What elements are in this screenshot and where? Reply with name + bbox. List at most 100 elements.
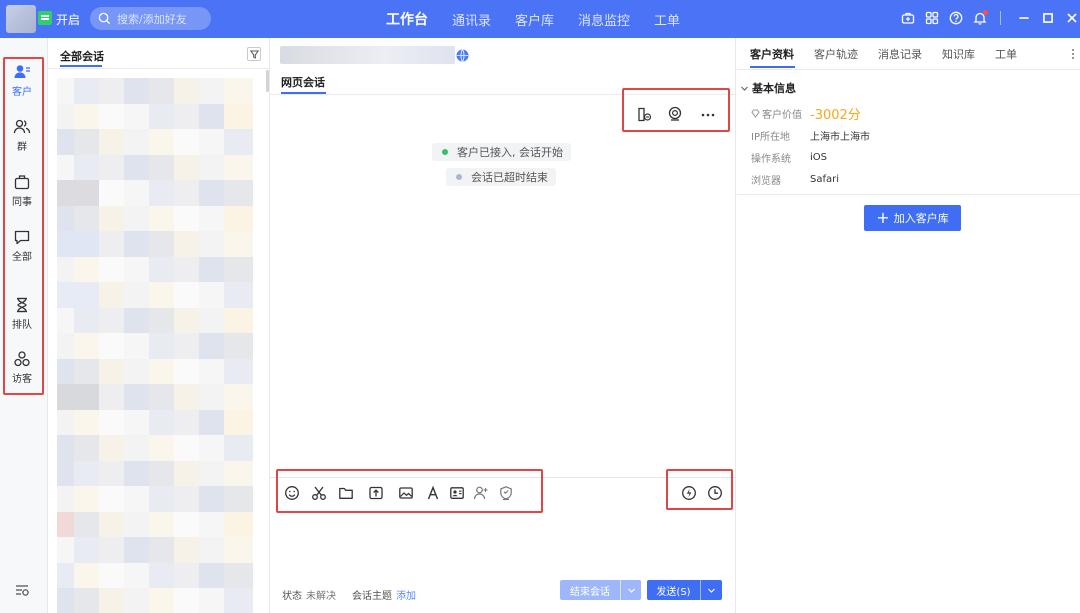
conversation-row[interactable]	[57, 384, 253, 410]
status-value[interactable]: 未解决	[306, 587, 336, 602]
rail-item-queue[interactable]: 排队	[0, 296, 44, 331]
rail-item-group[interactable]: 群	[0, 118, 44, 153]
field-value: 上海市上海市	[810, 132, 870, 143]
blur-cell	[224, 205, 253, 231]
close-icon[interactable]	[1065, 11, 1079, 25]
tab-customer-track[interactable]: 客户轨迹	[814, 46, 858, 62]
conversation-list-title[interactable]: 全部会话	[60, 48, 104, 64]
send-button[interactable]: 发送(S)	[647, 580, 722, 600]
conversation-row[interactable]	[57, 537, 253, 563]
tab-message-history[interactable]: 消息记录	[878, 46, 922, 62]
search-placeholder: 搜索/添加好友	[117, 12, 187, 26]
conversation-row[interactable]	[57, 588, 253, 613]
folder-icon[interactable]	[337, 484, 355, 502]
app-logo[interactable]	[6, 5, 36, 33]
rail-item-visitor[interactable]: 访客	[0, 350, 44, 385]
filter-icon[interactable]	[247, 47, 261, 61]
conversation-row[interactable]	[57, 435, 253, 461]
blur-cell	[99, 231, 124, 257]
toolbox-icon[interactable]	[900, 10, 916, 26]
blur-cell	[57, 154, 74, 180]
add-button-label: 加入客户库	[893, 212, 949, 225]
font-icon[interactable]	[424, 484, 442, 502]
nav-workbench[interactable]: 工作台	[386, 9, 428, 29]
nav-work-order[interactable]: 工单	[654, 10, 680, 29]
conversation-row[interactable]	[57, 231, 253, 257]
conversation-row[interactable]	[57, 256, 253, 282]
image-icon[interactable]	[397, 484, 415, 502]
conversation-row[interactable]	[57, 78, 253, 104]
blur-cell	[149, 460, 174, 486]
nav-message-monitor[interactable]: 消息监控	[578, 10, 630, 29]
quick-reply-icon[interactable]	[680, 484, 698, 502]
conversation-row[interactable]	[57, 307, 253, 333]
invite-user-icon[interactable]	[472, 484, 490, 502]
top-bar-actions	[900, 10, 1079, 26]
blur-cell	[199, 78, 224, 104]
rail-item-customer[interactable]: 客户	[0, 63, 44, 98]
chevron-down-icon[interactable]	[700, 580, 722, 600]
conversation-row[interactable]	[57, 205, 253, 231]
rail-item-all[interactable]: 全部	[0, 228, 44, 263]
end-chat-button[interactable]: 结束会话	[560, 580, 641, 600]
blur-cell	[99, 384, 124, 410]
blur-cell	[224, 562, 253, 588]
rail-item-colleague[interactable]: 同事	[0, 173, 44, 208]
field-key: 浏览器	[751, 176, 781, 187]
history-clock-icon[interactable]	[706, 484, 724, 502]
blur-cell	[224, 537, 253, 563]
scrollbar[interactable]	[266, 70, 269, 92]
emoji-icon[interactable]	[283, 484, 301, 502]
add-to-customer-library-button[interactable]: + 加入客户库	[864, 205, 961, 231]
blur-cell	[57, 409, 74, 435]
tab-web-chat[interactable]: 网页会话	[281, 74, 325, 90]
add-topic-link[interactable]: 添加	[396, 587, 416, 602]
left-rail: 客户 群 同事 全部 排队 访客	[0, 38, 48, 613]
blur-cell	[124, 78, 149, 104]
conversation-row[interactable]	[57, 511, 253, 537]
blur-cell	[74, 562, 99, 588]
conversation-row[interactable]	[57, 154, 253, 180]
search-input[interactable]: 搜索/添加好友	[90, 7, 211, 30]
conversation-row[interactable]	[57, 129, 253, 155]
transfer-icon[interactable]	[635, 105, 653, 123]
panel-tabs: 客户资料 客户轨迹 消息记录 知识库 工单	[750, 46, 1037, 62]
conversation-rows-blurred[interactable]	[57, 78, 253, 613]
more-icon[interactable]	[699, 105, 717, 123]
minimize-icon[interactable]	[1017, 11, 1031, 25]
screenshot-icon[interactable]	[310, 484, 328, 502]
status-dot	[456, 174, 462, 180]
blur-cell	[57, 205, 74, 231]
conversation-row[interactable]	[57, 358, 253, 384]
blur-cell	[199, 180, 224, 206]
conversation-row[interactable]	[57, 409, 253, 435]
bell-icon[interactable]	[972, 10, 988, 26]
section-basic-info[interactable]: 基本信息	[740, 80, 796, 96]
conversation-row[interactable]	[57, 562, 253, 588]
maximize-icon[interactable]	[1041, 11, 1055, 25]
settings-icon[interactable]	[14, 582, 30, 598]
contact-card-icon[interactable]	[448, 484, 466, 502]
tab-customer-profile[interactable]: 客户资料	[750, 46, 794, 62]
more-vertical-icon[interactable]	[1070, 47, 1076, 61]
conversation-row[interactable]	[57, 333, 253, 359]
evaluation-icon[interactable]	[497, 484, 515, 502]
blur-cell	[57, 129, 74, 155]
monitor-icon[interactable]	[666, 105, 684, 123]
help-icon[interactable]	[948, 10, 964, 26]
conversation-row[interactable]	[57, 486, 253, 512]
blur-cell	[149, 154, 174, 180]
upload-icon[interactable]	[367, 484, 385, 502]
conversation-row[interactable]	[57, 103, 253, 129]
conversation-row[interactable]	[57, 460, 253, 486]
chevron-down-icon[interactable]	[620, 580, 641, 600]
tab-knowledge-base[interactable]: 知识库	[942, 46, 975, 62]
nav-customer-library[interactable]: 客户库	[515, 10, 554, 29]
apps-grid-icon[interactable]	[924, 10, 940, 26]
tab-work-order[interactable]: 工单	[995, 46, 1017, 62]
status-label[interactable]: 开启	[56, 11, 80, 28]
conversation-row[interactable]	[57, 180, 253, 206]
blur-cell	[174, 282, 199, 308]
conversation-row[interactable]	[57, 282, 253, 308]
nav-contacts[interactable]: 通讯录	[452, 10, 491, 29]
